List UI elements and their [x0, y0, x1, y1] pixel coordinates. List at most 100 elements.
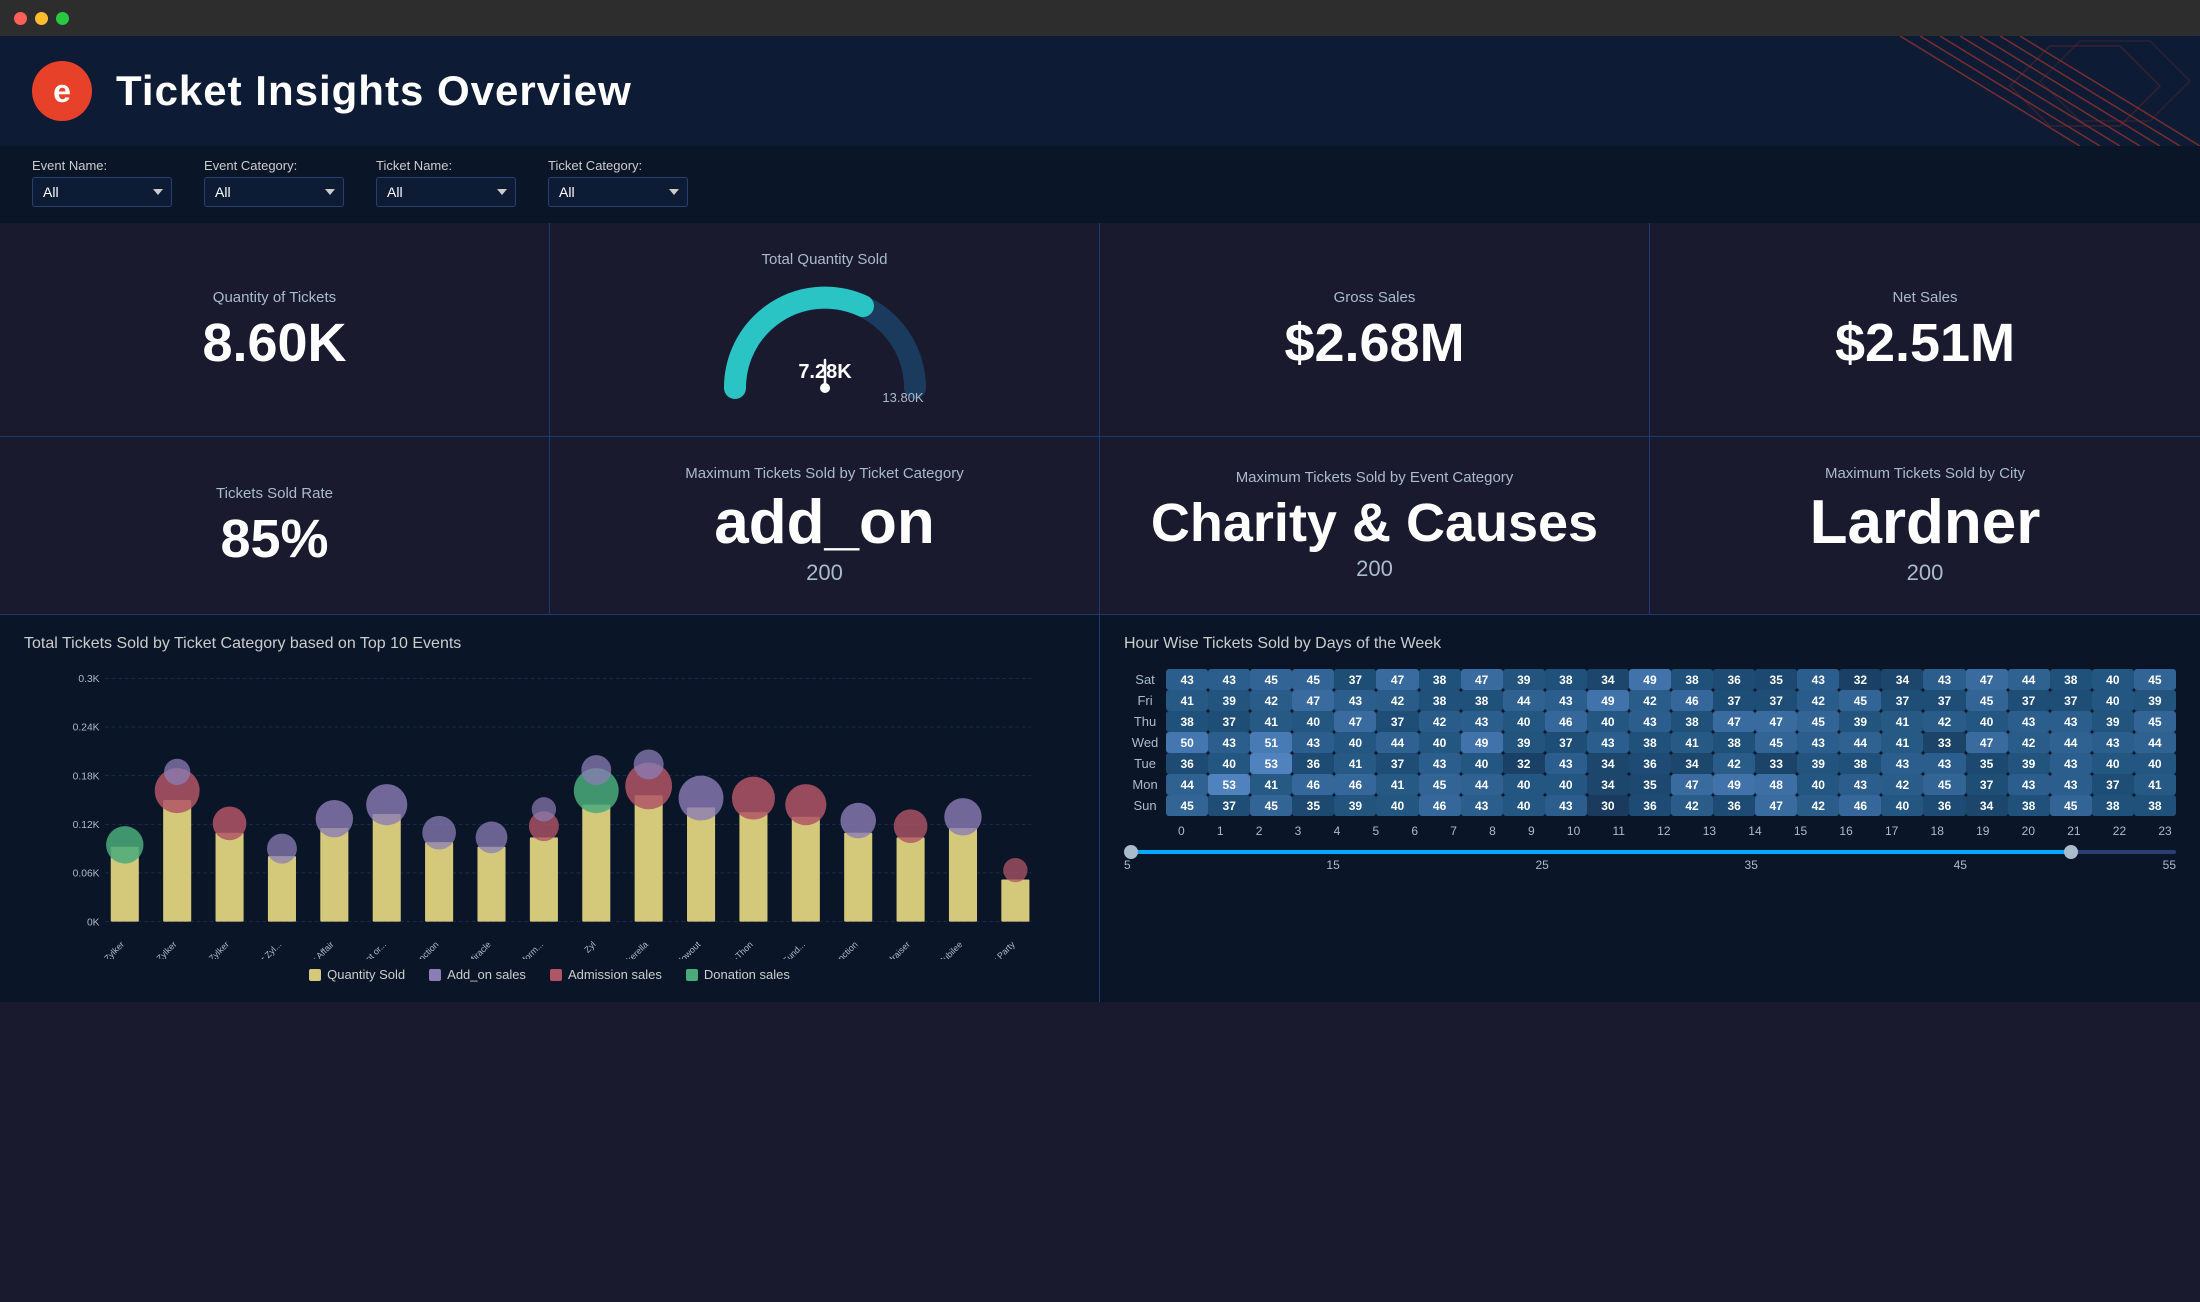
kpi-max-ticket-category-label: Maximum Tickets Sold by Ticket Category: [685, 465, 963, 482]
heatmap-cell: 40: [2092, 669, 2134, 690]
heatmap-cell: 43: [1166, 669, 1208, 690]
minimize-button[interactable]: [35, 12, 48, 25]
heatmap-cell: 50: [1166, 732, 1208, 753]
heatmap-cell: 43: [2050, 711, 2092, 732]
svg-text:A Triumph of Zylker: A Triumph of Zylker: [117, 939, 178, 959]
legend-qty-sold: Quantity Sold: [309, 967, 405, 982]
heatmap-cell: 44: [1166, 774, 1208, 795]
heatmap-cell: 53: [1208, 774, 1250, 795]
heatmap-cell: 40: [2092, 753, 2134, 774]
slider-fill: [1124, 850, 2071, 854]
heatmap-cell: 36: [1629, 795, 1671, 816]
heatmap-cell: 33: [1755, 753, 1797, 774]
heatmap-cell: 40: [1376, 795, 1418, 816]
heatmap-cell: 39: [2092, 711, 2134, 732]
legend-donation-dot: [686, 969, 698, 981]
legend-addon-dot: [429, 969, 441, 981]
heatmap-cell: 43: [1839, 774, 1881, 795]
heatmap-cell: 46: [1545, 711, 1587, 732]
heatmap-cell: 40: [1503, 711, 1545, 732]
heatmap-cell: 46: [1292, 774, 1334, 795]
heatmap-cell: 37: [1376, 711, 1418, 732]
window-chrome: [0, 0, 2200, 36]
heatmap-cell: 41: [1671, 732, 1713, 753]
heatmap-cell: 41: [1376, 774, 1418, 795]
heatmap-cell: 33: [1923, 732, 1965, 753]
heatmap-cell: 44: [1376, 732, 1418, 753]
heatmap-cell: 40: [1292, 711, 1334, 732]
svg-text:A Zylker Affair: A Zylker Affair: [290, 939, 336, 959]
heatmap-cell: 47: [1713, 711, 1755, 732]
close-button[interactable]: [14, 12, 27, 25]
heatmap-cell: 42: [1797, 795, 1839, 816]
heatmap-container: Sat4343454537473847393834493836354332344…: [1124, 669, 2176, 816]
charts-row: Total Tickets Sold by Ticket Category ba…: [0, 615, 2200, 1002]
heatmap-cell: 42: [1250, 690, 1292, 711]
heatmap-cell: 43: [1797, 732, 1839, 753]
heatmap-cell: 43: [2008, 774, 2050, 795]
slider-thumb-left[interactable]: [1124, 845, 1138, 859]
kpi-max-event-category-value: Charity & Causes: [1151, 496, 1598, 550]
heatmap-cell: 43: [1208, 669, 1250, 690]
heatmap-cell: 30: [1587, 795, 1629, 816]
bar-chart-title: Total Tickets Sold by Ticket Category ba…: [24, 635, 1075, 653]
svg-text:A Spree of Zylker: A Spree of Zylker: [71, 939, 126, 959]
maximize-button[interactable]: [56, 12, 69, 25]
heatmap-cell: 37: [2008, 690, 2050, 711]
legend-admission-label: Admission sales: [568, 967, 662, 982]
heatmap-cell: 45: [1755, 732, 1797, 753]
slider-thumb-right[interactable]: [2064, 845, 2078, 859]
heatmap-cell: 45: [1292, 669, 1334, 690]
heatmap-cell: 37: [1545, 732, 1587, 753]
heatmap-cell: 36: [1923, 795, 1965, 816]
heatmap-cell: 40: [1503, 795, 1545, 816]
heatmap-cell: 46: [1839, 795, 1881, 816]
heatmap-cell: 43: [1334, 690, 1376, 711]
heatmap-cell: 39: [1208, 690, 1250, 711]
heatmap-cell: 35: [1755, 669, 1797, 690]
kpi-quantity-tickets-value: 8.60K: [202, 316, 346, 370]
filter-ticket-name-select[interactable]: All: [376, 177, 516, 207]
svg-text:The Zylker Function: The Zylker Function: [378, 939, 441, 959]
filter-ticket-name: Ticket Name: All: [376, 158, 516, 207]
heatmap-cell: 37: [1755, 690, 1797, 711]
kpi-max-event-category-sub: 200: [1356, 556, 1393, 582]
heatmap-cell: 45: [1839, 690, 1881, 711]
kpi-total-qty-sold-label: Total Quantity Sold: [762, 251, 888, 268]
heatmap-cell: 32: [1839, 669, 1881, 690]
heatmap-cell: 43: [1881, 753, 1923, 774]
kpi-max-city-label: Maximum Tickets Sold by City: [1825, 465, 2025, 482]
kpi-tickets-sold-rate: Tickets Sold Rate 85%: [0, 437, 550, 614]
heatmap-cell: 51: [1250, 732, 1292, 753]
kpi-max-event-category: Maximum Tickets Sold by Event Category C…: [1100, 437, 1650, 614]
heatmap-cell: 37: [1376, 753, 1418, 774]
heatmap-cell: 43: [1461, 711, 1503, 732]
heatmap-day-label: Tue: [1124, 753, 1166, 774]
heatmap-cell: 38: [1671, 669, 1713, 690]
filter-ticket-category-select[interactable]: All: [548, 177, 688, 207]
svg-text:Zyikerella: Zyikerella: [616, 939, 650, 959]
filter-event-category-select[interactable]: All: [204, 177, 344, 207]
kpi-max-city: Maximum Tickets Sold by City Lardner 200: [1650, 437, 2200, 614]
heatmap-cell: 43: [1545, 690, 1587, 711]
heatmap-cell: 38: [1839, 753, 1881, 774]
heatmap-cell: 37: [2050, 690, 2092, 711]
heatmap-cell: 43: [2050, 774, 2092, 795]
heatmap-cell: 40: [1208, 753, 1250, 774]
heatmap-cell: 36: [1629, 753, 1671, 774]
heatmap-cell: 43: [1629, 711, 1671, 732]
heatmap-panel: Hour Wise Tickets Sold by Days of the We…: [1100, 615, 2200, 1002]
heatmap-cell: 47: [1671, 774, 1713, 795]
kpi-max-city-value: Lardner: [1810, 492, 2041, 554]
kpi-row-1: Quantity of Tickets 8.60K Total Quantity…: [0, 223, 2200, 437]
heatmap-cell: 47: [1966, 669, 2008, 690]
heatmap-cell: 40: [1966, 711, 2008, 732]
heatmap-cell: 43: [1208, 732, 1250, 753]
heatmap-cell: 43: [1545, 753, 1587, 774]
heatmap-cell: 42: [1376, 690, 1418, 711]
legend-admission: Admission sales: [550, 967, 662, 982]
svg-text:0.12K: 0.12K: [73, 820, 100, 831]
filter-event-name-select[interactable]: All: [32, 177, 172, 207]
heatmap-day-label: Sat: [1124, 669, 1166, 690]
svg-text:Zylker Party: Zylker Party: [976, 939, 1017, 959]
